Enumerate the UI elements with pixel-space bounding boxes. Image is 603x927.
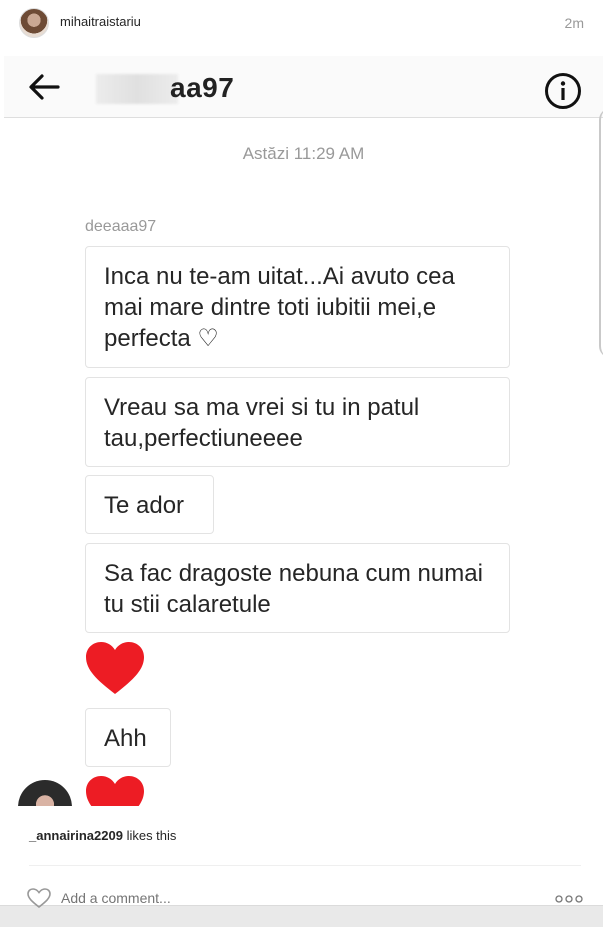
blurred-name [96, 74, 178, 104]
message-bubble[interactable]: Inca nu te-am uitat...Ai avuto cea mai m… [85, 246, 510, 368]
message-bubble[interactable]: Vreau sa ma vrei si tu in patul tau,perf… [85, 377, 510, 467]
message-bubble[interactable]: Te ador [85, 475, 214, 534]
chat-title: aa97 [170, 72, 235, 103]
sender-name: deeaaa97 [85, 218, 157, 235]
author-username[interactable]: mihaitraistariu [60, 14, 141, 29]
heart-icon [86, 776, 144, 806]
divider [29, 865, 581, 866]
chat-timestamp: Astăzi 11:29 AM [242, 144, 365, 163]
likes-suffix: likes this [122, 828, 177, 843]
likes-line: _annairina2209 likes this [29, 828, 176, 843]
post-image-chat-screenshot: aa97 Astăzi 11:29 AM deeaaa97 Inca nu te… [4, 46, 603, 806]
contact-avatar[interactable] [18, 780, 72, 806]
heart-icon [86, 642, 144, 694]
like-heart-icon[interactable] [27, 888, 51, 908]
message-bubble[interactable]: Ahh [85, 708, 171, 767]
info-icon[interactable] [544, 72, 582, 110]
post-header: mihaitraistariu 2m [0, 0, 603, 46]
comment-input[interactable] [61, 890, 461, 906]
author-avatar[interactable] [19, 8, 49, 38]
back-arrow-icon[interactable] [28, 73, 60, 101]
message-bubble[interactable]: Sa fac dragoste nebuna cum numai tu stii… [85, 543, 510, 633]
chat-topbar: aa97 [4, 56, 603, 358]
liker-username[interactable]: _annairina2209 [29, 828, 123, 843]
instagram-post: mihaitraistariu 2m aa97 Astăzi 11:29 AM … [0, 0, 603, 908]
post-time: 2m [564, 15, 584, 31]
more-options-icon[interactable] [555, 895, 583, 903]
